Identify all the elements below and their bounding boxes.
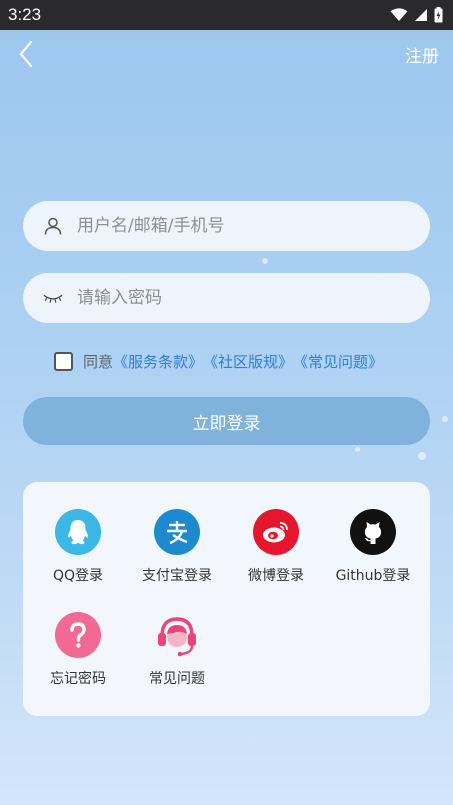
- qq-login-button[interactable]: QQ登录: [28, 509, 128, 595]
- question-icon: [55, 612, 101, 658]
- username-field[interactable]: [23, 201, 430, 251]
- community-rules-link[interactable]: 《社区版规》: [203, 351, 293, 372]
- wifi-icon: [390, 8, 408, 21]
- github-icon: [350, 509, 396, 555]
- status-time: 3:23: [8, 5, 42, 24]
- status-icons: [390, 7, 443, 23]
- chevron-left-icon: [19, 40, 33, 68]
- username-input[interactable]: [77, 216, 430, 236]
- register-link[interactable]: 注册: [405, 42, 439, 67]
- alipay-icon: [154, 509, 200, 555]
- alipay-login-label: 支付宝登录: [142, 568, 212, 584]
- agreement-row: 同意 《服务条款》 《社区版规》 《常见问题》: [54, 349, 383, 373]
- faq-button[interactable]: 常见问题: [127, 612, 227, 698]
- github-login-label: Github登录: [335, 568, 411, 584]
- login-button[interactable]: 立即登录: [23, 397, 430, 445]
- signal-icon: [415, 9, 427, 21]
- agreement-checkbox[interactable]: [54, 351, 73, 371]
- top-bar: 注册: [0, 30, 453, 76]
- qq-icon: [55, 509, 101, 555]
- background-bubble: [262, 258, 268, 264]
- password-input[interactable]: [77, 288, 430, 308]
- user-icon: [43, 216, 63, 236]
- weibo-login-label: 微博登录: [248, 568, 304, 584]
- weibo-login-button[interactable]: 微博登录: [226, 509, 326, 595]
- eye-closed-icon[interactable]: [43, 288, 63, 308]
- agreement-prefix: 同意: [83, 352, 114, 371]
- background-bubble: [355, 447, 360, 452]
- alipay-login-button[interactable]: 支付宝登录: [127, 509, 227, 595]
- terms-of-service-link[interactable]: 《服务条款》: [113, 351, 203, 372]
- forgot-password-button[interactable]: 忘记密码: [28, 612, 128, 698]
- status-bar: 3:23: [0, 0, 453, 30]
- github-login-button[interactable]: Github登录: [323, 509, 423, 595]
- background-bubble: [442, 416, 448, 422]
- faq-label: 常见问题: [149, 671, 205, 687]
- back-button[interactable]: [16, 40, 38, 68]
- weibo-icon: [253, 509, 299, 555]
- background-bubble: [418, 452, 426, 460]
- qq-login-label: QQ登录: [52, 568, 104, 584]
- customer-service-icon: [154, 612, 200, 658]
- battery-charging-icon: [434, 7, 443, 23]
- password-field[interactable]: [23, 273, 430, 323]
- faq-link[interactable]: 《常见问题》: [293, 351, 383, 372]
- forgot-password-label: 忘记密码: [50, 671, 106, 687]
- quick-login-panel: QQ登录 支付宝登录 微博登录 Github登录 忘记密码 常见问题: [23, 482, 430, 716]
